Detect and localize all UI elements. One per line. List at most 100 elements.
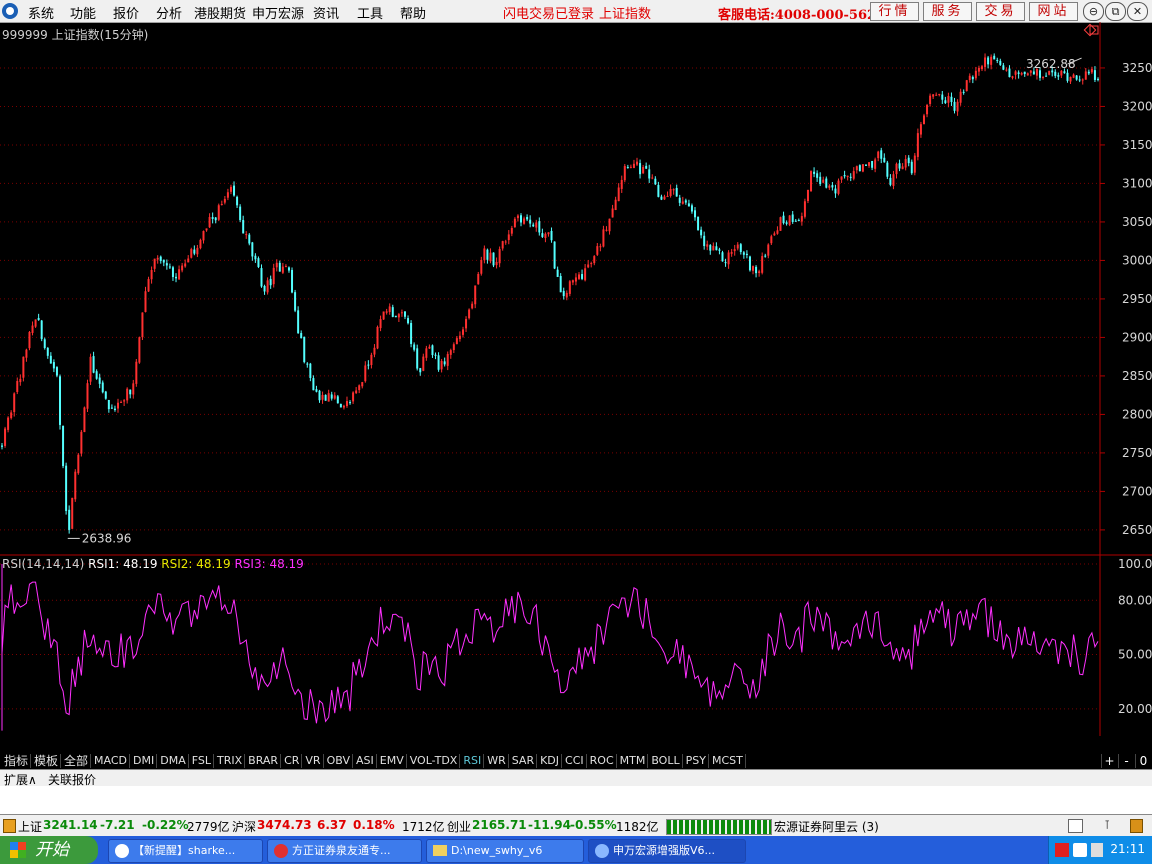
candle-body <box>22 356 25 378</box>
tab-macd[interactable]: MACD <box>92 754 131 768</box>
flash-trade-status[interactable]: 闪电交易已登录 <box>503 3 594 22</box>
candle-body <box>135 361 138 384</box>
server-name[interactable]: 宏源证券阿里云 (3) <box>774 818 879 835</box>
tab-dmi[interactable]: DMI <box>131 754 158 768</box>
tab-kdj[interactable]: KDJ <box>538 754 563 768</box>
tab-mcst[interactable]: MCST <box>710 754 746 768</box>
task-swhy[interactable]: 申万宏源增强版V6... <box>588 839 746 863</box>
task-sharke[interactable]: 【新提醒】sharke... <box>108 839 263 863</box>
chart-panel[interactable]: 3250 3200 3150 3100 3050 3000 2950 2900 2850 2800… <box>0 22 1152 753</box>
cy-name[interactable]: 创业 <box>447 818 471 835</box>
tab-dma[interactable]: DMA <box>158 754 189 768</box>
start-button[interactable]: 开始 <box>0 836 98 864</box>
candle-body <box>913 155 916 173</box>
clock[interactable]: 21:11 <box>1110 842 1145 856</box>
candle-body <box>855 166 858 171</box>
tray-volume-icon[interactable] <box>1091 843 1103 857</box>
tab-cr[interactable]: CR <box>282 754 303 768</box>
tab-vr[interactable]: VR <box>303 754 324 768</box>
candle-body <box>1090 68 1093 73</box>
folder-icon <box>433 845 447 856</box>
tab-mtm[interactable]: MTM <box>618 754 649 768</box>
tab-boll[interactable]: BOLL <box>649 754 683 768</box>
candle-body <box>1026 73 1029 76</box>
candle-body <box>294 292 297 311</box>
tab-trix[interactable]: TRIX <box>215 754 246 768</box>
candle-body <box>431 345 434 356</box>
tab--2[interactable]: 全部 <box>62 754 92 768</box>
menu-hk-futures[interactable]: 港股期货 <box>194 3 246 22</box>
restore-icon[interactable]: ⧉ <box>1105 2 1126 21</box>
tab-asi[interactable]: ASI <box>354 754 377 768</box>
tab-obv[interactable]: OBV <box>325 754 353 768</box>
tray-network-icon[interactable] <box>1073 843 1087 857</box>
menu-help[interactable]: 帮助 <box>400 3 426 22</box>
menu-tools[interactable]: 工具 <box>357 3 383 22</box>
service-button[interactable]: 服务 <box>923 2 972 21</box>
close-icon[interactable]: ✕ <box>1127 2 1148 21</box>
zoom-in-button[interactable]: + <box>1101 754 1117 768</box>
candle-body <box>526 217 529 220</box>
candle-body <box>507 234 510 241</box>
candle-body <box>1005 69 1008 71</box>
tab-roc[interactable]: ROC <box>588 754 617 768</box>
candle-body <box>803 201 806 217</box>
tab-emv[interactable]: EMV <box>378 754 407 768</box>
candle-body <box>349 402 352 404</box>
task-fangzheng[interactable]: 方正证券泉友通专... <box>267 839 422 863</box>
candle-body <box>376 326 379 349</box>
tray-app-icon[interactable] <box>1055 843 1069 857</box>
trade-button[interactable]: 交易 <box>976 2 1025 21</box>
menu-system[interactable]: 系统 <box>28 3 54 22</box>
candle-body <box>171 267 174 278</box>
tab-psy[interactable]: PSY <box>684 754 709 768</box>
candle-body <box>178 269 181 280</box>
current-index-label[interactable]: 上证指数 <box>599 3 651 22</box>
candle-body <box>822 179 825 183</box>
rsi-tick-label: 100.00 <box>1118 557 1152 571</box>
menu-news[interactable]: 资讯 <box>313 3 339 22</box>
candle-body <box>636 161 639 165</box>
chart-title: 999999 上证指数(15分钟) <box>2 28 149 42</box>
hs-name[interactable]: 沪深 <box>232 818 256 835</box>
candle-body <box>654 178 657 185</box>
minimize-icon[interactable]: ⊖ <box>1083 2 1104 21</box>
market-button[interactable]: 行情 <box>870 2 919 21</box>
message-icon[interactable] <box>1068 819 1083 833</box>
candle-body <box>605 229 608 231</box>
menu-analysis[interactable]: 分析 <box>156 3 182 22</box>
task-folder[interactable]: D:\new_swhy_v6 <box>426 839 584 863</box>
tab-brar[interactable]: BRAR <box>246 754 282 768</box>
tab--0[interactable]: 指标 <box>2 754 32 768</box>
website-button[interactable]: 网站 <box>1029 2 1078 21</box>
tab-sar[interactable]: SAR <box>510 754 538 768</box>
tab-voltdx[interactable]: VOL-TDX <box>408 754 461 768</box>
reset-zoom-button[interactable]: 0 <box>1135 754 1151 768</box>
candle-body <box>361 382 364 387</box>
lock-icon[interactable] <box>3 819 16 833</box>
swhy-icon <box>595 844 609 858</box>
sh-name[interactable]: 上证 <box>18 818 42 835</box>
cy-amount: 1182亿 <box>616 820 659 834</box>
zoom-out-button[interactable]: - <box>1118 754 1134 768</box>
candle-body <box>260 268 263 287</box>
lock-icon-right[interactable] <box>1130 819 1143 833</box>
app-logo-icon[interactable] <box>2 3 18 19</box>
menu-function[interactable]: 功能 <box>70 3 96 22</box>
candle-body <box>397 314 400 318</box>
tab-rsi[interactable]: RSI <box>461 754 485 768</box>
candle-body <box>281 266 284 273</box>
tab--1[interactable]: 模板 <box>32 754 62 768</box>
candle-body <box>89 356 92 382</box>
candle-body <box>355 390 358 394</box>
candle-body <box>92 356 95 373</box>
hs-change: 6.37 <box>317 818 347 832</box>
kline-chart-svg[interactable]: 3250 3200 3150 3100 3050 3000 2950 2900 2850 2800… <box>0 22 1152 753</box>
tab-cci[interactable]: CCI <box>563 754 587 768</box>
menu-quote[interactable]: 报价 <box>113 3 139 22</box>
menu-swhy[interactable]: 申万宏源 <box>252 3 304 22</box>
tab-fsl[interactable]: FSL <box>190 754 214 768</box>
antenna-icon[interactable]: ⊺ <box>1104 818 1116 832</box>
price-tick-label: 3150 <box>1122 138 1152 152</box>
tab-wr[interactable]: WR <box>485 754 509 768</box>
